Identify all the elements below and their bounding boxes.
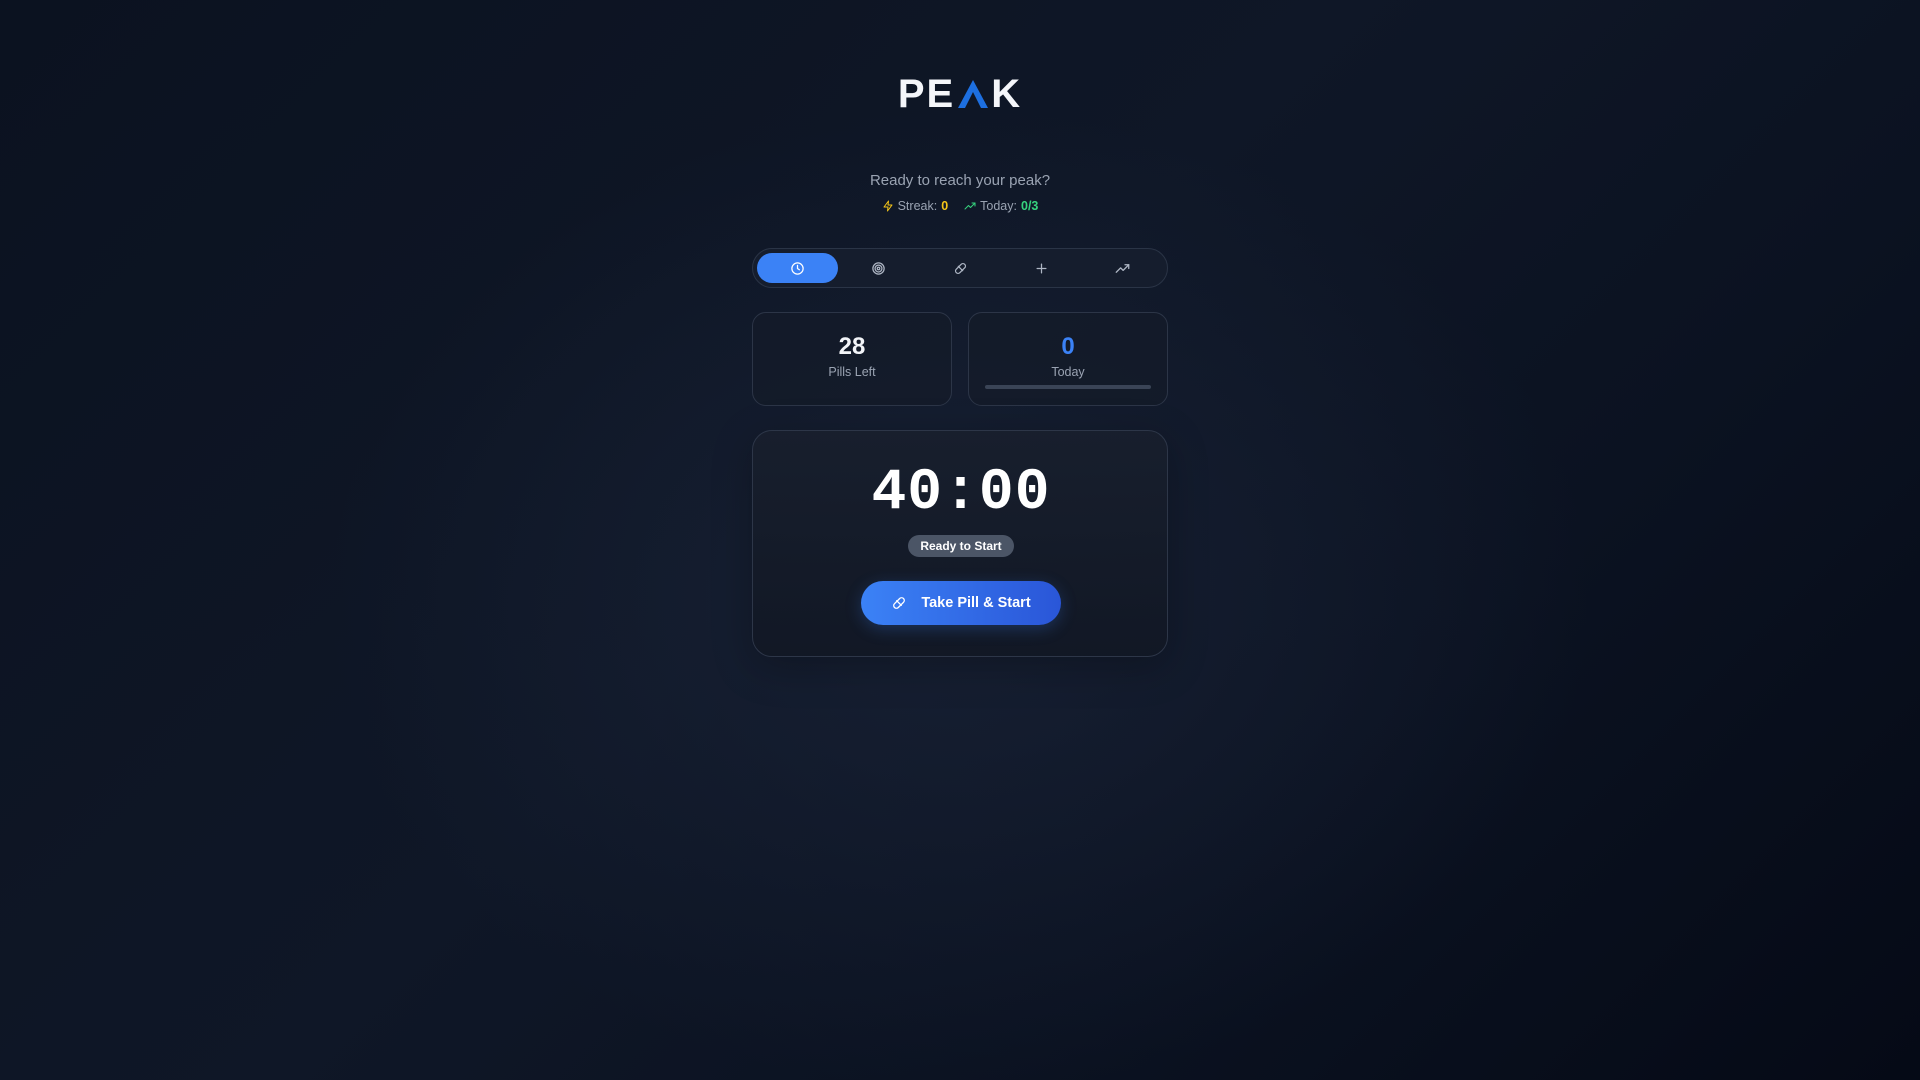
pills-left-card: 28 Pills Left bbox=[752, 312, 952, 406]
trending-up-icon bbox=[1115, 263, 1130, 273]
today-count-label: Today bbox=[1051, 365, 1085, 379]
trending-up-small-icon bbox=[964, 202, 976, 210]
pill-icon bbox=[893, 597, 906, 609]
nav-timer-tab[interactable] bbox=[757, 253, 839, 283]
clock-icon bbox=[791, 261, 804, 275]
today-count-value: 0 bbox=[1061, 333, 1075, 360]
target-icon bbox=[872, 261, 886, 275]
streak-stat: Streak: 0 bbox=[882, 199, 949, 213]
nav-add-tab[interactable] bbox=[1001, 253, 1082, 283]
streak-value: 0 bbox=[941, 199, 949, 213]
pills-left-label: Pills Left bbox=[828, 365, 876, 379]
pills-left-value: 28 bbox=[838, 333, 866, 360]
today-progress-bar bbox=[985, 385, 1151, 389]
nav-stats-tab[interactable] bbox=[1082, 253, 1163, 283]
take-pill-start-label: Take Pill & Start bbox=[921, 595, 1031, 611]
peak-logo: PE K bbox=[752, 72, 1168, 116]
peak-mountain-icon bbox=[958, 80, 989, 108]
status-badge: Ready to Start bbox=[908, 535, 1014, 557]
today-stat: Today: 0/3 bbox=[964, 199, 1038, 213]
timer-display: 40:00 bbox=[871, 461, 1051, 526]
today-card: 0 Today bbox=[968, 312, 1168, 406]
plus-icon bbox=[1036, 263, 1047, 273]
logo-text-right: K bbox=[991, 71, 1023, 116]
main-nav bbox=[752, 248, 1168, 288]
nav-goals-tab[interactable] bbox=[838, 253, 919, 283]
logo-text-left: PE bbox=[897, 71, 956, 116]
timer-card: 40:00 Ready to Start Take Pill & Start bbox=[752, 430, 1168, 657]
pill-icon bbox=[954, 262, 966, 274]
lightning-icon bbox=[883, 200, 893, 212]
header-stats: Streak: 0 Today: 0/3 bbox=[752, 199, 1168, 213]
nav-pills-tab[interactable] bbox=[919, 253, 1000, 283]
tagline: Ready to reach your peak? bbox=[869, 172, 1051, 189]
today-value: 0/3 bbox=[1021, 199, 1039, 213]
streak-label: Streak: bbox=[897, 199, 938, 213]
today-label: Today: bbox=[980, 199, 1017, 213]
take-pill-start-button[interactable]: Take Pill & Start bbox=[861, 581, 1061, 625]
